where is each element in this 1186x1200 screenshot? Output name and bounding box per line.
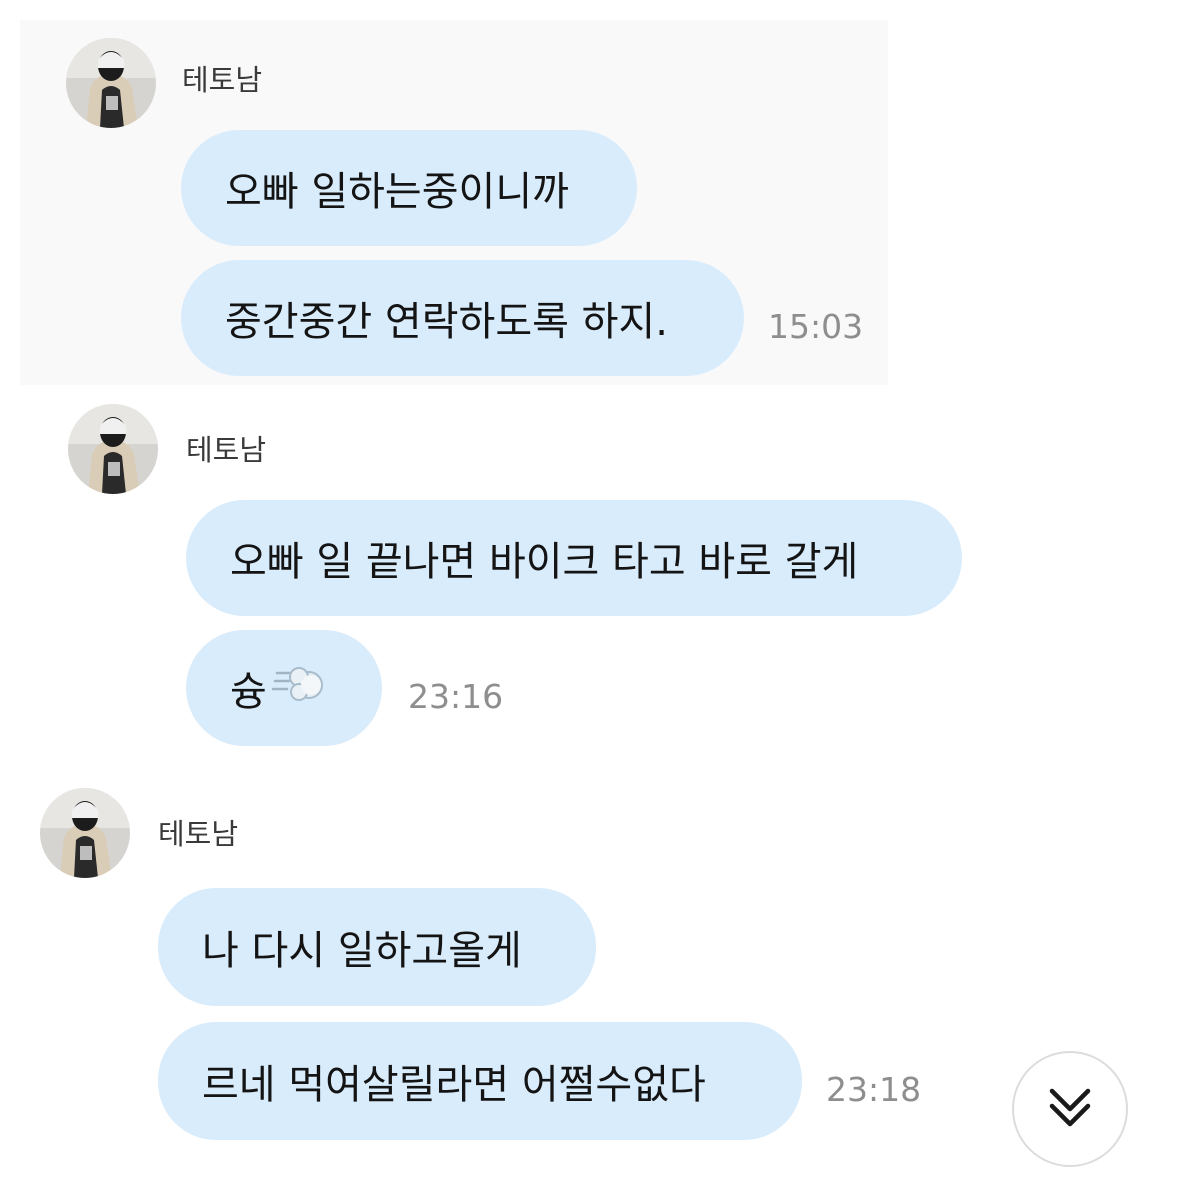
sender-name: 테토남: [158, 817, 239, 851]
message-bubble[interactable]: 나 다시 일하고올게: [158, 888, 596, 1006]
avatar[interactable]: [66, 38, 156, 128]
double-chevron-down-icon: [1049, 1088, 1091, 1127]
profile-photo-icon: [66, 38, 156, 128]
message-text: 슝: [230, 669, 267, 715]
message-timestamp: 15:03: [768, 307, 864, 346]
message-bubble[interactable]: 슝: [186, 630, 382, 746]
message-bubble[interactable]: 르네 먹여살릴라면 어쩔수없다: [158, 1022, 802, 1140]
avatar[interactable]: [68, 404, 158, 494]
profile-photo-icon: [68, 404, 158, 494]
message-bubble[interactable]: 오빠 일 끝나면 바이크 타고 바로 갈게: [186, 500, 962, 616]
message-bubble[interactable]: 중간중간 연락하도록 하지.: [181, 260, 744, 376]
avatar[interactable]: [40, 788, 130, 878]
scroll-to-bottom-button[interactable]: [1012, 1051, 1128, 1167]
profile-photo-icon: [40, 788, 130, 878]
dash-emoji-icon: [271, 659, 329, 717]
message-timestamp: 23:16: [408, 677, 504, 716]
message-bubble[interactable]: 오빠 일하는중이니까: [181, 130, 637, 246]
sender-name: 테토남: [186, 433, 267, 467]
sender-name: 테토남: [182, 63, 263, 97]
message-timestamp: 23:18: [826, 1070, 922, 1109]
